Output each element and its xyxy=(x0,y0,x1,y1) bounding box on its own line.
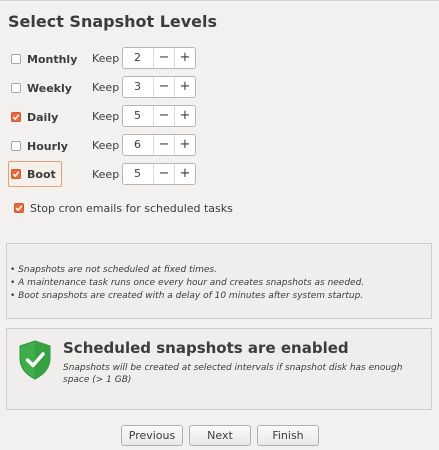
status-description: Snapshots will be created at selected in… xyxy=(63,363,403,385)
daily-label: Daily xyxy=(27,110,59,124)
hourly-decrement-button[interactable]: − xyxy=(153,135,174,155)
checkbox-box xyxy=(11,83,21,93)
keep-label: Keep xyxy=(92,139,120,152)
checkbox-box xyxy=(11,54,21,64)
monthly-increment-button[interactable]: + xyxy=(174,48,195,68)
level-row-monthly: Monthly Keep 2 − + xyxy=(0,47,439,71)
keep-label: Keep xyxy=(92,81,120,94)
hourly-increment-button[interactable]: + xyxy=(174,135,195,155)
weekly-label: Weekly xyxy=(27,81,72,95)
boot-keep-spinner: 5 − + xyxy=(122,163,196,185)
daily-increment-button[interactable]: + xyxy=(174,106,195,126)
weekly-increment-button[interactable]: + xyxy=(174,77,195,97)
checkmark-icon xyxy=(12,114,20,121)
monthly-checkbox[interactable]: Monthly xyxy=(11,47,77,71)
monthly-keep-value[interactable]: 2 xyxy=(123,48,153,68)
next-button[interactable]: Next xyxy=(189,425,251,446)
monthly-keep-spinner: 2 − + xyxy=(122,47,196,69)
daily-checkbox[interactable]: Daily xyxy=(11,105,58,129)
level-row-hourly: Hourly Keep 6 − + xyxy=(0,134,439,158)
info-line: • Boot snapshots are created with a dela… xyxy=(10,291,364,301)
daily-keep-spinner: 5 − + xyxy=(122,105,196,127)
level-row-weekly: Weekly Keep 3 − + xyxy=(0,76,439,100)
shield-check-icon xyxy=(19,340,51,380)
keep-label: Keep xyxy=(92,52,120,65)
page-title: Select Snapshot Levels xyxy=(8,12,218,31)
daily-keep-value[interactable]: 5 xyxy=(123,106,153,126)
monthly-label: Monthly xyxy=(27,52,78,66)
checkbox-box-checked xyxy=(11,112,21,122)
hourly-checkbox[interactable]: Hourly xyxy=(11,134,68,158)
daily-decrement-button[interactable]: − xyxy=(153,106,174,126)
finish-button[interactable]: Finish xyxy=(257,425,319,446)
checkmark-icon xyxy=(12,171,20,178)
status-box: Scheduled snapshots are enabled Snapshot… xyxy=(6,328,432,410)
schedule-info-box: • Snapshots are not scheduled at fixed t… xyxy=(6,243,432,319)
info-line: • Snapshots are not scheduled at fixed t… xyxy=(10,265,217,275)
stop-cron-emails-label: Stop cron emails for scheduled tasks xyxy=(30,201,233,215)
info-line: • A maintenance task runs once every hou… xyxy=(10,278,365,288)
boot-keep-value[interactable]: 5 xyxy=(123,164,153,184)
level-row-boot: Boot Keep 5 − + xyxy=(0,161,439,187)
weekly-keep-spinner: 3 − + xyxy=(122,76,196,98)
checkbox-box xyxy=(11,141,21,151)
hourly-keep-value[interactable]: 6 xyxy=(123,135,153,155)
stop-cron-emails-checkbox[interactable]: Stop cron emails for scheduled tasks xyxy=(14,201,233,215)
monthly-decrement-button[interactable]: − xyxy=(153,48,174,68)
weekly-checkbox[interactable]: Weekly xyxy=(11,76,72,100)
boot-label: Boot xyxy=(27,167,56,181)
previous-button[interactable]: Previous xyxy=(121,425,183,446)
boot-decrement-button[interactable]: − xyxy=(153,164,174,184)
weekly-decrement-button[interactable]: − xyxy=(153,77,174,97)
keep-label: Keep xyxy=(92,168,120,181)
keep-label: Keep xyxy=(92,110,120,123)
level-row-daily: Daily Keep 5 − + xyxy=(0,105,439,129)
window-top-edge xyxy=(0,0,439,1)
boot-checkbox[interactable]: Boot xyxy=(8,161,62,187)
boot-increment-button[interactable]: + xyxy=(174,164,195,184)
checkbox-box-checked xyxy=(14,203,24,213)
checkbox-box-checked xyxy=(11,169,21,179)
hourly-keep-spinner: 6 − + xyxy=(122,134,196,156)
weekly-keep-value[interactable]: 3 xyxy=(123,77,153,97)
checkmark-icon xyxy=(15,205,23,212)
status-title: Scheduled snapshots are enabled xyxy=(63,339,349,357)
hourly-label: Hourly xyxy=(27,139,68,153)
